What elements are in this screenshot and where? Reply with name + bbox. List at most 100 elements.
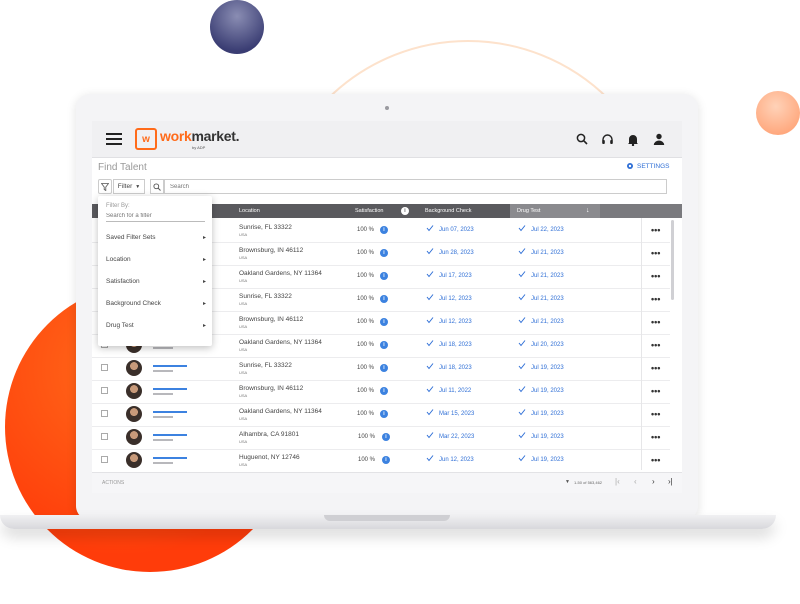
more-options-icon[interactable]: ••• (651, 294, 660, 304)
page-size-caret-icon[interactable]: ▼ (565, 479, 570, 485)
worker-name-placeholder[interactable] (153, 457, 187, 459)
background-check-date[interactable]: Jun 07, 2023 (439, 227, 474, 233)
more-options-icon[interactable]: ••• (651, 386, 660, 396)
info-icon[interactable]: i (382, 456, 390, 464)
more-options-icon[interactable]: ••• (651, 340, 660, 350)
filter-search-input[interactable] (106, 211, 205, 222)
drug-test-date[interactable]: Jul 20, 2023 (531, 342, 564, 348)
column-header-drug-test[interactable]: Drug Test (517, 204, 540, 218)
actions-label[interactable]: ACTIONS (102, 480, 124, 486)
search-icon[interactable] (574, 131, 590, 147)
table-row[interactable]: Brownsburg, IN 46112 USA 100 % i Jul 11, 202… (92, 380, 670, 404)
search-input[interactable] (164, 179, 667, 194)
background-check-date[interactable]: Jun 12, 2023 (439, 457, 474, 463)
last-page-icon[interactable]: ›| (668, 477, 673, 486)
worker-name-placeholder[interactable] (153, 411, 187, 413)
filter-funnel-button[interactable] (98, 179, 112, 194)
settings-link[interactable]: SETTINGS (626, 162, 670, 170)
more-options-icon[interactable]: ••• (651, 363, 660, 373)
worker-name-placeholder[interactable] (153, 388, 187, 390)
satisfaction-info-icon[interactable]: i (401, 207, 409, 215)
more-options-icon[interactable]: ••• (651, 409, 660, 419)
background-check-date[interactable]: Jul 11, 2022 (439, 388, 471, 394)
filter-menu-item[interactable]: Saved Filter Sets ▸ (106, 234, 206, 246)
filter-menu-item[interactable]: Satisfaction ▸ (106, 278, 206, 290)
column-header-background-check[interactable]: Background Check (425, 204, 471, 218)
more-options-icon[interactable]: ••• (651, 455, 660, 465)
avatar[interactable] (126, 360, 142, 376)
table-row[interactable]: Sunrise, FL 33322 USA 100 % i Jul 18, 2023 Ju… (92, 357, 670, 381)
background-check-date[interactable]: Jun 28, 2023 (439, 250, 474, 256)
column-header-location[interactable]: Location (239, 204, 260, 218)
drug-test-date[interactable]: Jul 21, 2023 (531, 273, 564, 279)
table-footer: ACTIONS ▼ 1-50 of 563,462 |‹ ‹ › ›| (92, 472, 682, 493)
drug-test-date[interactable]: Jul 19, 2023 (531, 388, 564, 394)
row-checkbox[interactable] (101, 456, 108, 463)
location-city: Sunrise, FL 33322 (239, 362, 292, 369)
info-icon[interactable]: i (380, 249, 388, 257)
drug-test-date[interactable]: Jul 19, 2023 (531, 457, 564, 463)
table-row[interactable]: Huguenot, NY 12746 USA 100 % i Jun 12, 2023 J… (92, 449, 670, 473)
background-check-date[interactable]: Jul 17, 2023 (439, 273, 472, 279)
filter-dropdown-button[interactable]: Filter ▼ (113, 179, 145, 194)
info-icon[interactable]: i (380, 341, 388, 349)
user-icon[interactable] (651, 131, 667, 147)
prev-page-icon[interactable]: ‹ (634, 477, 637, 486)
filter-menu-item-label: Drug Test (106, 322, 134, 329)
more-options-icon[interactable]: ••• (651, 225, 660, 235)
next-page-icon[interactable]: › (652, 477, 655, 486)
info-icon[interactable]: i (380, 295, 388, 303)
row-checkbox[interactable] (101, 410, 108, 417)
background-check-date[interactable]: Mar 15, 2023 (439, 411, 474, 417)
info-icon[interactable]: i (380, 387, 388, 395)
more-options-icon[interactable]: ••• (651, 271, 660, 281)
drug-test-date[interactable]: Jul 22, 2023 (531, 227, 564, 233)
location-country: USA (239, 301, 248, 306)
drug-test-date[interactable]: Jul 21, 2023 (531, 296, 564, 302)
more-options-icon[interactable]: ••• (651, 432, 660, 442)
worker-name-placeholder[interactable] (153, 365, 187, 367)
row-checkbox[interactable] (101, 364, 108, 371)
drug-test-date[interactable]: Jul 19, 2023 (531, 365, 564, 371)
filter-menu-item[interactable]: Location ▸ (106, 256, 206, 268)
drug-test-date[interactable]: Jul 19, 2023 (531, 411, 564, 417)
more-options-icon[interactable]: ••• (651, 248, 660, 258)
background-check-date[interactable]: Jul 12, 2023 (439, 296, 472, 302)
info-icon[interactable]: i (380, 272, 388, 280)
info-icon[interactable]: i (380, 226, 388, 234)
avatar[interactable] (126, 452, 142, 468)
drug-test-date[interactable]: Jul 21, 2023 (531, 250, 564, 256)
row-checkbox[interactable] (101, 433, 108, 440)
avatar[interactable] (126, 383, 142, 399)
background-check-date[interactable]: Jul 12, 2023 (439, 319, 472, 325)
background-check-date[interactable]: Mar 22, 2023 (439, 434, 474, 440)
check-icon (426, 271, 434, 278)
headset-icon[interactable] (599, 131, 615, 147)
sort-arrow-down-icon[interactable]: ↓ (586, 204, 590, 218)
column-header-satisfaction[interactable]: Satisfaction (355, 204, 383, 218)
info-icon[interactable]: i (382, 433, 390, 441)
table-scrollbar[interactable] (671, 220, 674, 300)
info-icon[interactable]: i (380, 410, 388, 418)
hamburger-icon[interactable] (106, 133, 122, 145)
worker-name-placeholder[interactable] (153, 434, 187, 436)
filter-menu-item[interactable]: Background Check ▸ (106, 300, 206, 312)
info-icon[interactable]: i (380, 364, 388, 372)
bell-icon[interactable] (625, 131, 641, 147)
info-icon[interactable]: i (380, 318, 388, 326)
background-check-date[interactable]: Jul 18, 2023 (439, 365, 472, 371)
avatar[interactable] (126, 429, 142, 445)
first-page-icon[interactable]: |‹ (615, 477, 620, 486)
row-checkbox[interactable] (101, 387, 108, 394)
location-country: USA (239, 278, 248, 283)
drug-test-date[interactable]: Jul 21, 2023 (531, 319, 564, 325)
search-button[interactable] (150, 179, 164, 194)
filter-menu-item[interactable]: Drug Test ▸ (106, 322, 206, 334)
drug-test-date[interactable]: Jul 19, 2023 (531, 434, 564, 440)
background-check-date[interactable]: Jul 18, 2023 (439, 342, 472, 348)
table-row[interactable]: Oakland Gardens, NY 11364 USA 100 % i Mar 15… (92, 403, 670, 427)
more-options-icon[interactable]: ••• (651, 317, 660, 327)
satisfaction-value: 100 % (358, 434, 376, 440)
table-row[interactable]: Alhambra, CA 91801 USA 100 % i Mar 22, 2023 J… (92, 426, 670, 450)
avatar[interactable] (126, 406, 142, 422)
